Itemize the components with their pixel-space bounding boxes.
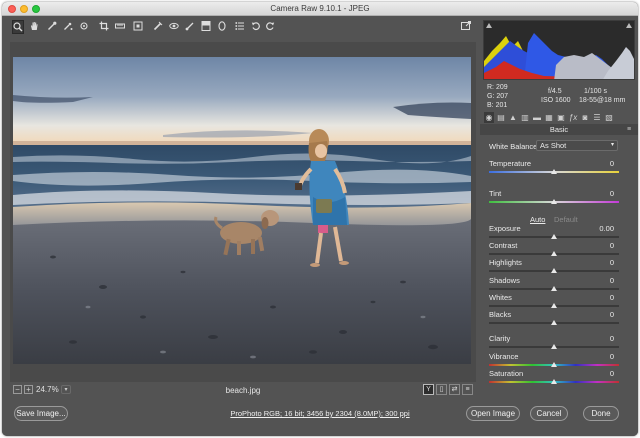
photo-preview[interactable] [13,57,471,364]
basic-tab-icon[interactable]: ◉ [484,112,494,123]
slider-value[interactable]: 0 [610,310,614,319]
rgb-readout: R: 209 G: 207 B: 201 [487,84,509,109]
default-link[interactable]: Default [554,215,578,224]
open-image-button[interactable]: Open Image [466,406,520,421]
cancel-button[interactable]: Cancel [530,406,568,421]
slider-label: Temperature [489,159,532,168]
slider-value[interactable]: 0 [610,369,614,378]
slider-label: Contrast [489,241,518,250]
window-title: Camera Raw 9.10.1 - JPEG [270,4,370,13]
lens-readout: 18-55@18 mm [579,97,626,104]
slider-thumb[interactable] [551,286,557,291]
auto-link[interactable]: Auto [530,215,545,224]
right-panel: R: 209 G: 207 B: 201 f/4.5 1/100 s ISO 1… [480,16,638,398]
camera-raw-window: Camera Raw 9.10.1 - JPEG − + 24.7% ▾ bea… [2,2,638,436]
slider-value[interactable]: 0 [610,189,614,198]
slider-label: Tint [489,189,502,198]
panel-menu-icon[interactable]: ≡ [627,126,635,133]
slider-thumb[interactable] [551,251,557,256]
chevron-down-icon: ▾ [610,142,614,148]
image-filename: beach.jpg [225,386,261,395]
slider-thumb[interactable] [551,344,557,349]
slider-thumb[interactable] [551,379,557,384]
slider-thumb[interactable] [551,303,557,308]
before-after-icon[interactable]: ▯ [436,384,447,395]
lens-corrections-tab-icon[interactable]: ▦ [544,112,554,123]
panel-tabs: ◉ ▤ ▲ ▥ ▬ ▦ ▣ ƒx ◙ ☰ ▧ [483,111,635,125]
slider-value[interactable]: 0 [610,352,614,361]
snapshots-tab-icon[interactable]: ▧ [604,112,614,123]
white-balance-select[interactable]: As Shot ▾ [536,140,618,151]
target-adjust-icon[interactable] [78,20,90,34]
camera-calibration-tab-icon[interactable]: ◙ [580,112,590,123]
effects-tab-icon[interactable]: ƒx [568,112,578,123]
color-sampler-icon[interactable] [62,20,74,34]
zoom-icon[interactable] [12,20,24,34]
slider-value[interactable]: 0 [610,293,614,302]
slider-label: Highlights [489,258,522,267]
split-toning-tab-icon[interactable]: ▬ [532,112,542,123]
spot-removal-icon[interactable] [152,20,164,34]
white-balance-eyedropper-icon[interactable] [46,20,58,34]
slider-thumb[interactable] [551,169,557,174]
slider-label: Saturation [489,369,524,378]
slider-value[interactable]: 0 [610,276,614,285]
tool-bar [2,16,478,38]
slider-value[interactable]: 0 [610,258,614,267]
slider-label: Exposure [489,224,521,233]
preferences-icon[interactable] [234,20,246,34]
slider-thumb[interactable] [551,199,557,204]
rotate-ccw-icon[interactable] [250,20,262,34]
presets-tab-icon[interactable]: ☰ [592,112,602,123]
slider-thumb[interactable] [551,234,557,239]
shadow-clipping-icon[interactable] [486,23,492,28]
slider-thumb[interactable] [551,320,557,325]
slider-value[interactable]: 0 [610,159,614,168]
slider-label: Blacks [489,310,512,319]
rotate-cw-icon[interactable] [264,20,276,34]
aperture-readout: f/4.5 [548,88,562,95]
slider-thumb[interactable] [551,362,557,367]
done-button[interactable]: Done [583,406,619,421]
transform-tab-icon[interactable]: ▣ [556,112,566,123]
slider-value[interactable]: 0.00 [599,224,614,233]
radial-filter-icon[interactable] [216,20,228,34]
image-status-bar: − + 24.7% ▾ beach.jpg Y ▯ ⇄ ≡ [10,383,476,397]
fullscreen-icon[interactable] [460,20,472,34]
shutter-readout: 1/100 s [584,88,607,95]
slider-thumb[interactable] [551,268,557,273]
swap-settings-icon[interactable]: ⇄ [449,384,460,395]
detail-tab-icon[interactable]: ▲ [508,112,518,123]
panel-title: Basic [480,124,638,135]
view-settings-icon[interactable]: ≡ [462,384,473,395]
iso-readout: ISO 1600 [541,97,571,104]
slider-label: Clarity [489,334,511,343]
slider-label: Shadows [489,276,520,285]
histogram [483,20,635,80]
highlight-clipping-icon[interactable] [626,23,632,28]
hand-icon[interactable] [28,20,40,34]
transform-icon[interactable] [132,20,144,34]
graduated-filter-icon[interactable] [200,20,212,34]
slider-label: Vibrance [489,352,519,361]
slider-label: Whites [489,293,512,302]
image-preview-area [10,42,476,382]
tone-curve-tab-icon[interactable]: ▤ [496,112,506,123]
slider-value[interactable]: 0 [610,334,614,343]
footer-bar: Save Image... ProPhoto RGB; 16 bit; 3456… [2,398,638,436]
white-balance-label: White Balance: [489,142,540,151]
adjustment-brush-icon[interactable] [184,20,196,34]
crop-icon[interactable] [98,20,110,34]
preview-toggle-icon[interactable]: Y [423,384,434,395]
straighten-icon[interactable] [114,20,126,34]
red-eye-icon[interactable] [168,20,180,34]
title-bar: Camera Raw 9.10.1 - JPEG [2,2,638,16]
hsl-tab-icon[interactable]: ▥ [520,112,530,123]
slider-value[interactable]: 0 [610,241,614,250]
